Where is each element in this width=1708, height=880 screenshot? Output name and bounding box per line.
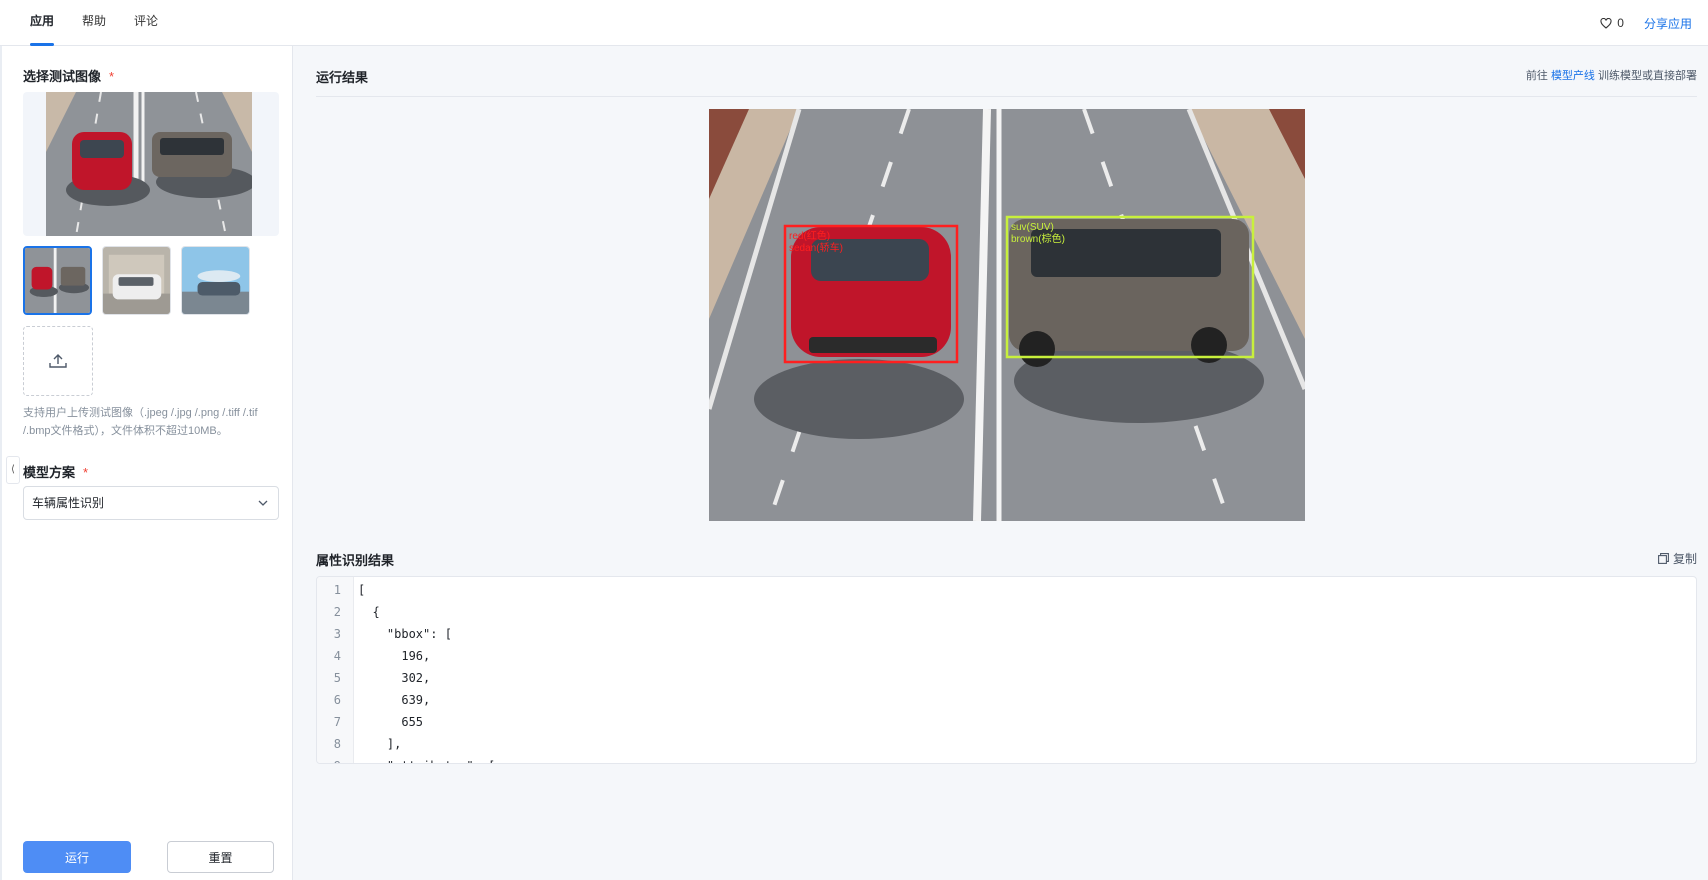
sample-thumbnail[interactable]: [23, 246, 92, 315]
detection-label: red(红色): [789, 229, 830, 242]
top-bar: 应用 帮助 评论 0 分享应用: [0, 0, 1708, 46]
code-line: 2 {: [333, 605, 380, 619]
attribute-result-title: 属性识别结果: [316, 553, 395, 568]
chevron-down-icon: [258, 500, 268, 506]
copy-button[interactable]: 复制: [1658, 550, 1697, 567]
tab-list: 应用 帮助 评论: [18, 0, 174, 46]
tab-comments[interactable]: 评论: [122, 0, 170, 46]
code-line: 6 639,: [333, 693, 431, 707]
json-code-viewer[interactable]: 1[ 2 { 3 "bbox": [ 4 196, 5 302, 6 639, …: [316, 576, 1697, 764]
collapse-sidebar-button[interactable]: ⟨: [6, 456, 20, 484]
divider: [316, 96, 1697, 97]
detection-label: brown(棕色): [1011, 232, 1065, 245]
code-line: 4 196,: [333, 649, 431, 663]
required-mark: *: [83, 465, 89, 480]
share-app-link[interactable]: 分享应用: [1644, 15, 1692, 32]
selected-image-preview: [23, 92, 279, 236]
tab-app[interactable]: 应用: [18, 0, 66, 46]
header-actions: 0 分享应用: [1600, 0, 1692, 46]
heart-icon: [1600, 17, 1612, 29]
sample-thumbnails: [23, 246, 250, 315]
select-image-title: 选择测试图像 *: [23, 69, 115, 84]
thumbnail-image: [182, 247, 249, 314]
run-button[interactable]: 运行: [23, 841, 131, 873]
thumbnail-image: [25, 248, 90, 313]
code-line: 9 "attributes": [: [317, 755, 1696, 763]
like-count: 0: [1617, 16, 1624, 30]
code-line: 7 655: [333, 715, 424, 729]
copy-icon: [1658, 553, 1669, 564]
detection-label: suv(SUV): [1011, 222, 1054, 233]
reset-button[interactable]: 重置: [167, 841, 274, 873]
code-line: 3 "bbox": [: [333, 627, 452, 641]
code-line: 1[: [333, 583, 366, 597]
model-pipeline-link[interactable]: 模型产线: [1551, 70, 1595, 82]
model-scheme-title: 模型方案 *: [23, 465, 89, 480]
code-line: 8 ],: [333, 737, 402, 751]
model-select[interactable]: 车辆属性识别: [23, 486, 279, 520]
goto-pipeline-text: 前往 模型产线 训练模型或直接部署: [1525, 70, 1697, 82]
result-image: red(红色) sedan(轿车) suv(SUV) brown(棕色): [709, 109, 1305, 521]
tab-help[interactable]: 帮助: [70, 0, 118, 46]
required-mark: *: [109, 69, 115, 84]
sample-thumbnail[interactable]: [181, 246, 250, 315]
sample-thumbnail[interactable]: [102, 246, 171, 315]
preview-image: [46, 92, 252, 236]
upload-button[interactable]: [23, 326, 93, 396]
annotated-road-image: red(红色) sedan(轿车) suv(SUV) brown(棕色): [709, 109, 1305, 521]
like-button[interactable]: 0: [1600, 16, 1624, 30]
upload-hint: 支持用户上传测试图像（.jpeg /.jpg /.png /.tiff /.ti…: [23, 407, 258, 437]
upload-icon: [49, 354, 67, 368]
result-title: 运行结果: [316, 70, 369, 85]
thumbnail-image: [103, 247, 170, 314]
sidebar: 选择测试图像 * 支持用户上传测试图像（.jpeg /.jpg /.png /.…: [0, 46, 293, 880]
code-line: 5 302,: [333, 671, 431, 685]
model-select-value: 车辆属性识别: [32, 496, 105, 510]
detection-label: sedan(轿车): [789, 241, 843, 254]
